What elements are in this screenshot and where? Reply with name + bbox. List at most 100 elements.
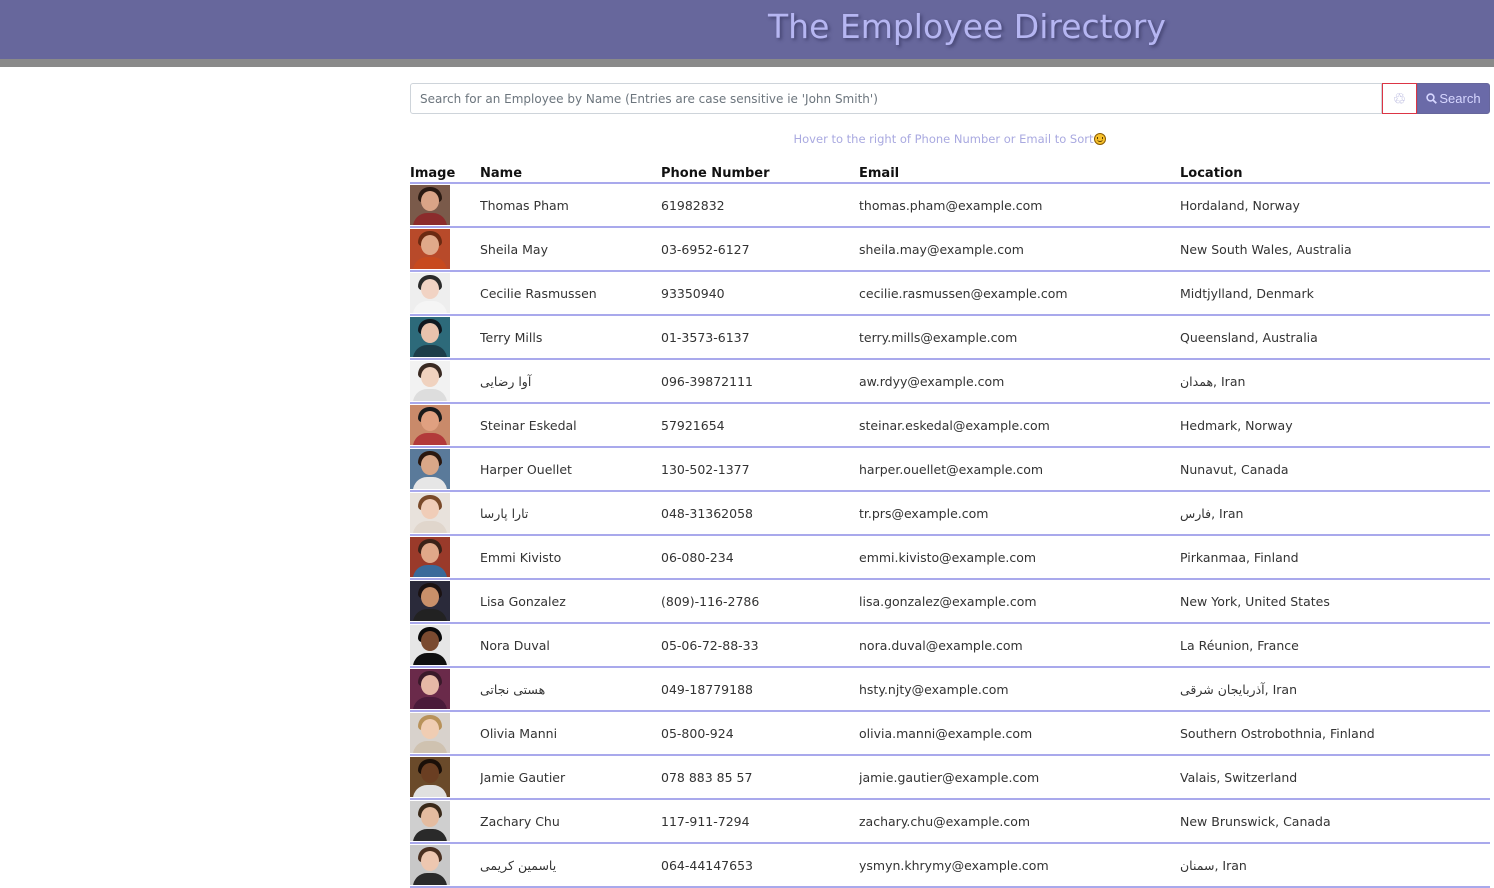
- sort-hint: Hover to the right of Phone Number or Em…: [410, 130, 1490, 148]
- cell-phone: 130-502-1377: [661, 447, 859, 492]
- cell-phone: 048-31362058: [661, 491, 859, 536]
- recycle-icon: ♲: [1392, 90, 1407, 108]
- cell-email: nora.duval@example.com: [859, 623, 1180, 668]
- cell-image: [410, 227, 480, 272]
- search-button[interactable]: Search: [1417, 83, 1490, 114]
- cell-name: Terry Mills: [480, 315, 661, 360]
- employee-photo: [410, 317, 450, 357]
- employee-photo: [410, 229, 450, 269]
- column-header-image: Image: [410, 163, 480, 184]
- cell-phone: 61982832: [661, 183, 859, 228]
- cell-phone: 05-800-924: [661, 711, 859, 756]
- cell-location: New Brunswick, Canada: [1180, 799, 1490, 844]
- table-row: Harper Ouellet 130-502-1377 harper.ouellet…: [410, 447, 1490, 492]
- cell-location: New South Wales, Australia: [1180, 227, 1490, 272]
- cell-name: آوا رضایی: [480, 359, 661, 404]
- cell-location: آذربایجان شرقی, Iran: [1180, 667, 1490, 712]
- cell-name: هستی نجاتی: [480, 667, 661, 712]
- cell-email: terry.mills@example.com: [859, 315, 1180, 360]
- cell-email: sheila.may@example.com: [859, 227, 1180, 272]
- cell-name: تارا پارسا: [480, 491, 661, 536]
- cell-image: [410, 491, 480, 536]
- cell-phone: 93350940: [661, 271, 859, 316]
- employee-photo: [410, 581, 450, 621]
- search-input[interactable]: [410, 83, 1382, 114]
- employee-table: Image Name Phone Number Email Location T…: [410, 163, 1490, 888]
- cell-location: New York, United States: [1180, 579, 1490, 624]
- cell-image: [410, 535, 480, 580]
- cell-name: Zachary Chu: [480, 799, 661, 844]
- cell-phone: 06-080-234: [661, 535, 859, 580]
- search-button-label: Search: [1439, 91, 1481, 106]
- employee-photo: [410, 537, 450, 577]
- cell-phone: (809)-116-2786: [661, 579, 859, 624]
- table-row: یاسمین کریمی 064-44147653 ysmyn.khrymy@exa…: [410, 843, 1490, 888]
- table-row: Cecilie Rasmussen 93350940 cecilie.rasmuss…: [410, 271, 1490, 316]
- table-header-row: Image Name Phone Number Email Location: [410, 163, 1490, 184]
- cell-image: [410, 799, 480, 844]
- cell-phone: 01-3573-6137: [661, 315, 859, 360]
- employee-photo: [410, 625, 450, 665]
- cell-name: یاسمین کریمی: [480, 843, 661, 888]
- cell-location: Nunavut, Canada: [1180, 447, 1490, 492]
- column-header-phone[interactable]: Phone Number: [661, 163, 859, 184]
- cell-name: Steinar Eskedal: [480, 403, 661, 448]
- column-header-name: Name: [480, 163, 661, 184]
- cell-image: [410, 183, 480, 228]
- column-header-email[interactable]: Email: [859, 163, 1180, 184]
- cell-email: steinar.eskedal@example.com: [859, 403, 1180, 448]
- column-header-location: Location: [1180, 163, 1490, 184]
- cell-name: Thomas Pham: [480, 183, 661, 228]
- cell-email: ysmyn.khrymy@example.com: [859, 843, 1180, 888]
- table-row: Nora Duval 05-06-72-88-33 nora.duval@examp…: [410, 623, 1490, 668]
- header-bar: The Employee Directory: [0, 0, 1494, 59]
- cell-location: Southern Ostrobothnia, Finland: [1180, 711, 1490, 756]
- table-row: آوا رضایی 096-39872111 aw.rdyy@example.com…: [410, 359, 1490, 404]
- cell-email: tr.prs@example.com: [859, 491, 1180, 536]
- cell-location: Hordaland, Norway: [1180, 183, 1490, 228]
- employee-photo: [410, 713, 450, 753]
- cell-phone: 117-911-7294: [661, 799, 859, 844]
- cell-email: olivia.manni@example.com: [859, 711, 1180, 756]
- table-row: Emmi Kivisto 06-080-234 emmi.kivisto@examp…: [410, 535, 1490, 580]
- employee-photo: [410, 449, 450, 489]
- cell-email: zachary.chu@example.com: [859, 799, 1180, 844]
- cell-location: Pirkanmaa, Finland: [1180, 535, 1490, 580]
- table-row: هستی نجاتی 049-18779188 hsty.njty@example.…: [410, 667, 1490, 712]
- cell-phone: 57921654: [661, 403, 859, 448]
- page-title: The Employee Directory: [768, 7, 1166, 46]
- cell-location: همدان, Iran: [1180, 359, 1490, 404]
- cell-email: hsty.njty@example.com: [859, 667, 1180, 712]
- table-row: Lisa Gonzalez (809)-116-2786 lisa.gonzalez…: [410, 579, 1490, 624]
- table-row: Steinar Eskedal 57921654 steinar.eskedal@e…: [410, 403, 1490, 448]
- cell-phone: 03-6952-6127: [661, 227, 859, 272]
- table-row: Terry Mills 01-3573-6137 terry.mills@examp…: [410, 315, 1490, 360]
- cell-email: emmi.kivisto@example.com: [859, 535, 1180, 580]
- employee-photo: [410, 405, 450, 445]
- cell-name: Nora Duval: [480, 623, 661, 668]
- cell-name: Emmi Kivisto: [480, 535, 661, 580]
- cell-email: jamie.gautier@example.com: [859, 755, 1180, 800]
- table-row: Olivia Manni 05-800-924 olivia.manni@examp…: [410, 711, 1490, 756]
- cell-phone: 05-06-72-88-33: [661, 623, 859, 668]
- cell-image: [410, 271, 480, 316]
- cell-image: [410, 711, 480, 756]
- table-row: Sheila May 03-6952-6127 sheila.may@example…: [410, 227, 1490, 272]
- cell-phone: 064-44147653: [661, 843, 859, 888]
- cell-phone: 078 883 85 57: [661, 755, 859, 800]
- cell-name: Jamie Gautier: [480, 755, 661, 800]
- table-row: تارا پارسا 048-31362058 tr.prs@example.com…: [410, 491, 1490, 536]
- cell-image: [410, 843, 480, 888]
- cell-image: [410, 579, 480, 624]
- employee-photo: [410, 845, 450, 885]
- reset-button[interactable]: ♲: [1382, 83, 1417, 114]
- cell-name: Olivia Manni: [480, 711, 661, 756]
- cell-email: cecilie.rasmussen@example.com: [859, 271, 1180, 316]
- cell-email: harper.ouellet@example.com: [859, 447, 1180, 492]
- cell-image: [410, 359, 480, 404]
- table-row: Zachary Chu 117-911-7294 zachary.chu@examp…: [410, 799, 1490, 844]
- sort-hint-text: Hover to the right of Phone Number or Em…: [793, 132, 1094, 146]
- smiley-icon: [1094, 133, 1107, 145]
- employee-photo: [410, 273, 450, 313]
- employee-photo: [410, 801, 450, 841]
